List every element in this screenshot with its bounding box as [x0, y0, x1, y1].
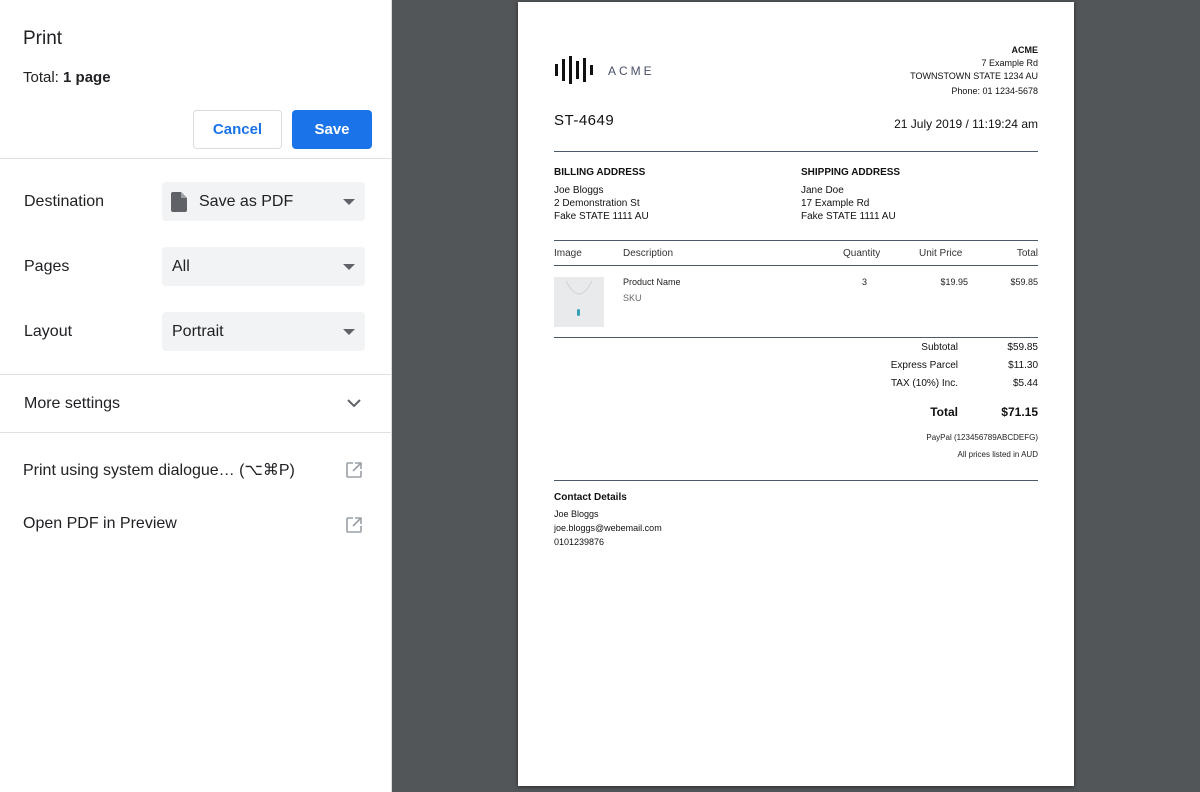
pages-select[interactable]: All	[162, 247, 365, 286]
chevron-down-icon	[347, 399, 361, 408]
column-header-unit-price: Unit Price	[919, 248, 963, 259]
product-total: $59.85	[1010, 277, 1038, 287]
acme-logo-icon	[555, 56, 593, 84]
company-phone: Phone: 01 1234-5678	[951, 86, 1038, 96]
divider	[554, 265, 1038, 266]
shipping-method-label: Express Parcel	[890, 360, 958, 371]
contact-heading: Contact Details	[554, 492, 627, 503]
order-date: 21 July 2019 / 11:19:24 am	[894, 117, 1038, 131]
billing-name: Joe Bloggs	[554, 185, 604, 196]
layout-value: Portrait	[172, 322, 224, 340]
open-pdf-preview-link[interactable]: Open PDF in Preview	[0, 505, 392, 545]
company-street: 7 Example Rd	[981, 58, 1038, 68]
document-page: ACME ACME 7 Example Rd TOWNSTOWN STATE 1…	[518, 2, 1074, 786]
order-number: ST-4649	[554, 112, 615, 129]
billing-address: BILLING ADDRESS Joe Bloggs 2 Demonstrati…	[554, 166, 649, 223]
dropdown-arrow-icon	[343, 199, 355, 205]
currency-note: All prices listed in AUD	[957, 450, 1038, 459]
shipping-address: SHIPPING ADDRESS Jane Doe 17 Example Rd …	[801, 166, 900, 223]
more-settings-toggle[interactable]: More settings	[0, 375, 392, 432]
dropdown-arrow-icon	[343, 264, 355, 270]
print-settings-panel: Print Total: 1 page Cancel Save Destinat…	[0, 0, 392, 792]
destination-value: Save as PDF	[199, 192, 294, 210]
open-external-icon	[346, 462, 362, 478]
product-quantity: 3	[862, 277, 868, 287]
dropdown-arrow-icon	[343, 329, 355, 335]
page-total-prefix: Total:	[23, 69, 64, 86]
logo-text: ACME	[608, 64, 655, 78]
more-settings-label: More settings	[24, 395, 121, 412]
open-pdf-label: Open PDF in Preview	[23, 515, 177, 532]
panel-title: Print	[23, 28, 63, 49]
divider	[554, 151, 1038, 152]
print-preview-area[interactable]: ACME ACME 7 Example Rd TOWNSTOWN STATE 1…	[392, 0, 1200, 792]
company-info: ACME 7 Example Rd TOWNSTOWN STATE 1234 A…	[910, 44, 1038, 98]
divider	[554, 480, 1038, 481]
subtotal-value: $59.85	[1007, 342, 1038, 353]
page-total-value: 1 page	[63, 69, 111, 86]
divider	[0, 432, 392, 433]
destination-select[interactable]: Save as PDF	[162, 182, 365, 221]
tax-value: $5.44	[1012, 378, 1038, 389]
contact-email: joe.bloggs@webemail.com	[554, 523, 662, 533]
column-header-quantity: Quantity	[843, 248, 881, 259]
divider	[0, 158, 392, 159]
column-header-image: Image	[554, 248, 582, 259]
layout-select[interactable]: Portrait	[162, 312, 365, 351]
company-city: TOWNSTOWN STATE 1234 AU	[910, 71, 1038, 81]
grand-total-value: $71.15	[1001, 405, 1038, 419]
grand-total-label: Total	[930, 405, 958, 419]
cancel-button[interactable]: Cancel	[193, 110, 282, 149]
divider	[554, 337, 1038, 338]
contact-details: Contact Details Joe Bloggs joe.bloggs@we…	[554, 491, 662, 549]
company-name: ACME	[1011, 45, 1039, 55]
necklace-image-icon	[565, 280, 593, 316]
shipping-name: Jane Doe	[801, 185, 844, 196]
pages-label: Pages	[24, 258, 70, 275]
column-header-total: Total	[1016, 248, 1038, 259]
system-dialogue-label: Print using system dialogue… (⌥⌘P)	[23, 462, 295, 479]
layout-label: Layout	[24, 323, 73, 340]
shipping-street: 17 Example Rd	[801, 198, 870, 209]
file-icon	[171, 191, 187, 212]
destination-label: Destination	[24, 193, 105, 210]
divider	[554, 240, 1038, 241]
billing-street: 2 Demonstration St	[554, 198, 640, 209]
column-header-description: Description	[623, 248, 674, 259]
pages-value: All	[172, 257, 190, 275]
shipping-cost-value: $11.30	[1008, 360, 1038, 371]
system-dialogue-link[interactable]: Print using system dialogue… (⌥⌘P)	[0, 450, 392, 490]
contact-name: Joe Bloggs	[554, 509, 599, 519]
product-name: Product Name	[623, 277, 681, 287]
billing-heading: BILLING ADDRESS	[554, 167, 646, 178]
tax-label: TAX (10%) Inc.	[890, 378, 958, 389]
billing-city: Fake STATE 1111 AU	[554, 211, 649, 222]
product-unit-price: $19.95	[940, 277, 968, 287]
shipping-heading: SHIPPING ADDRESS	[801, 167, 901, 178]
product-image	[554, 277, 604, 327]
page-total: Total: 1 page	[23, 69, 111, 86]
shipping-city: Fake STATE 1111 AU	[801, 211, 896, 222]
payment-note: PayPal (123456789ABCDEFG)	[926, 433, 1038, 442]
subtotal-label: Subtotal	[921, 342, 958, 353]
open-external-icon	[346, 517, 362, 533]
contact-phone: 0101239876	[554, 537, 605, 547]
product-sku: SKU	[623, 293, 642, 303]
save-button[interactable]: Save	[292, 110, 372, 149]
